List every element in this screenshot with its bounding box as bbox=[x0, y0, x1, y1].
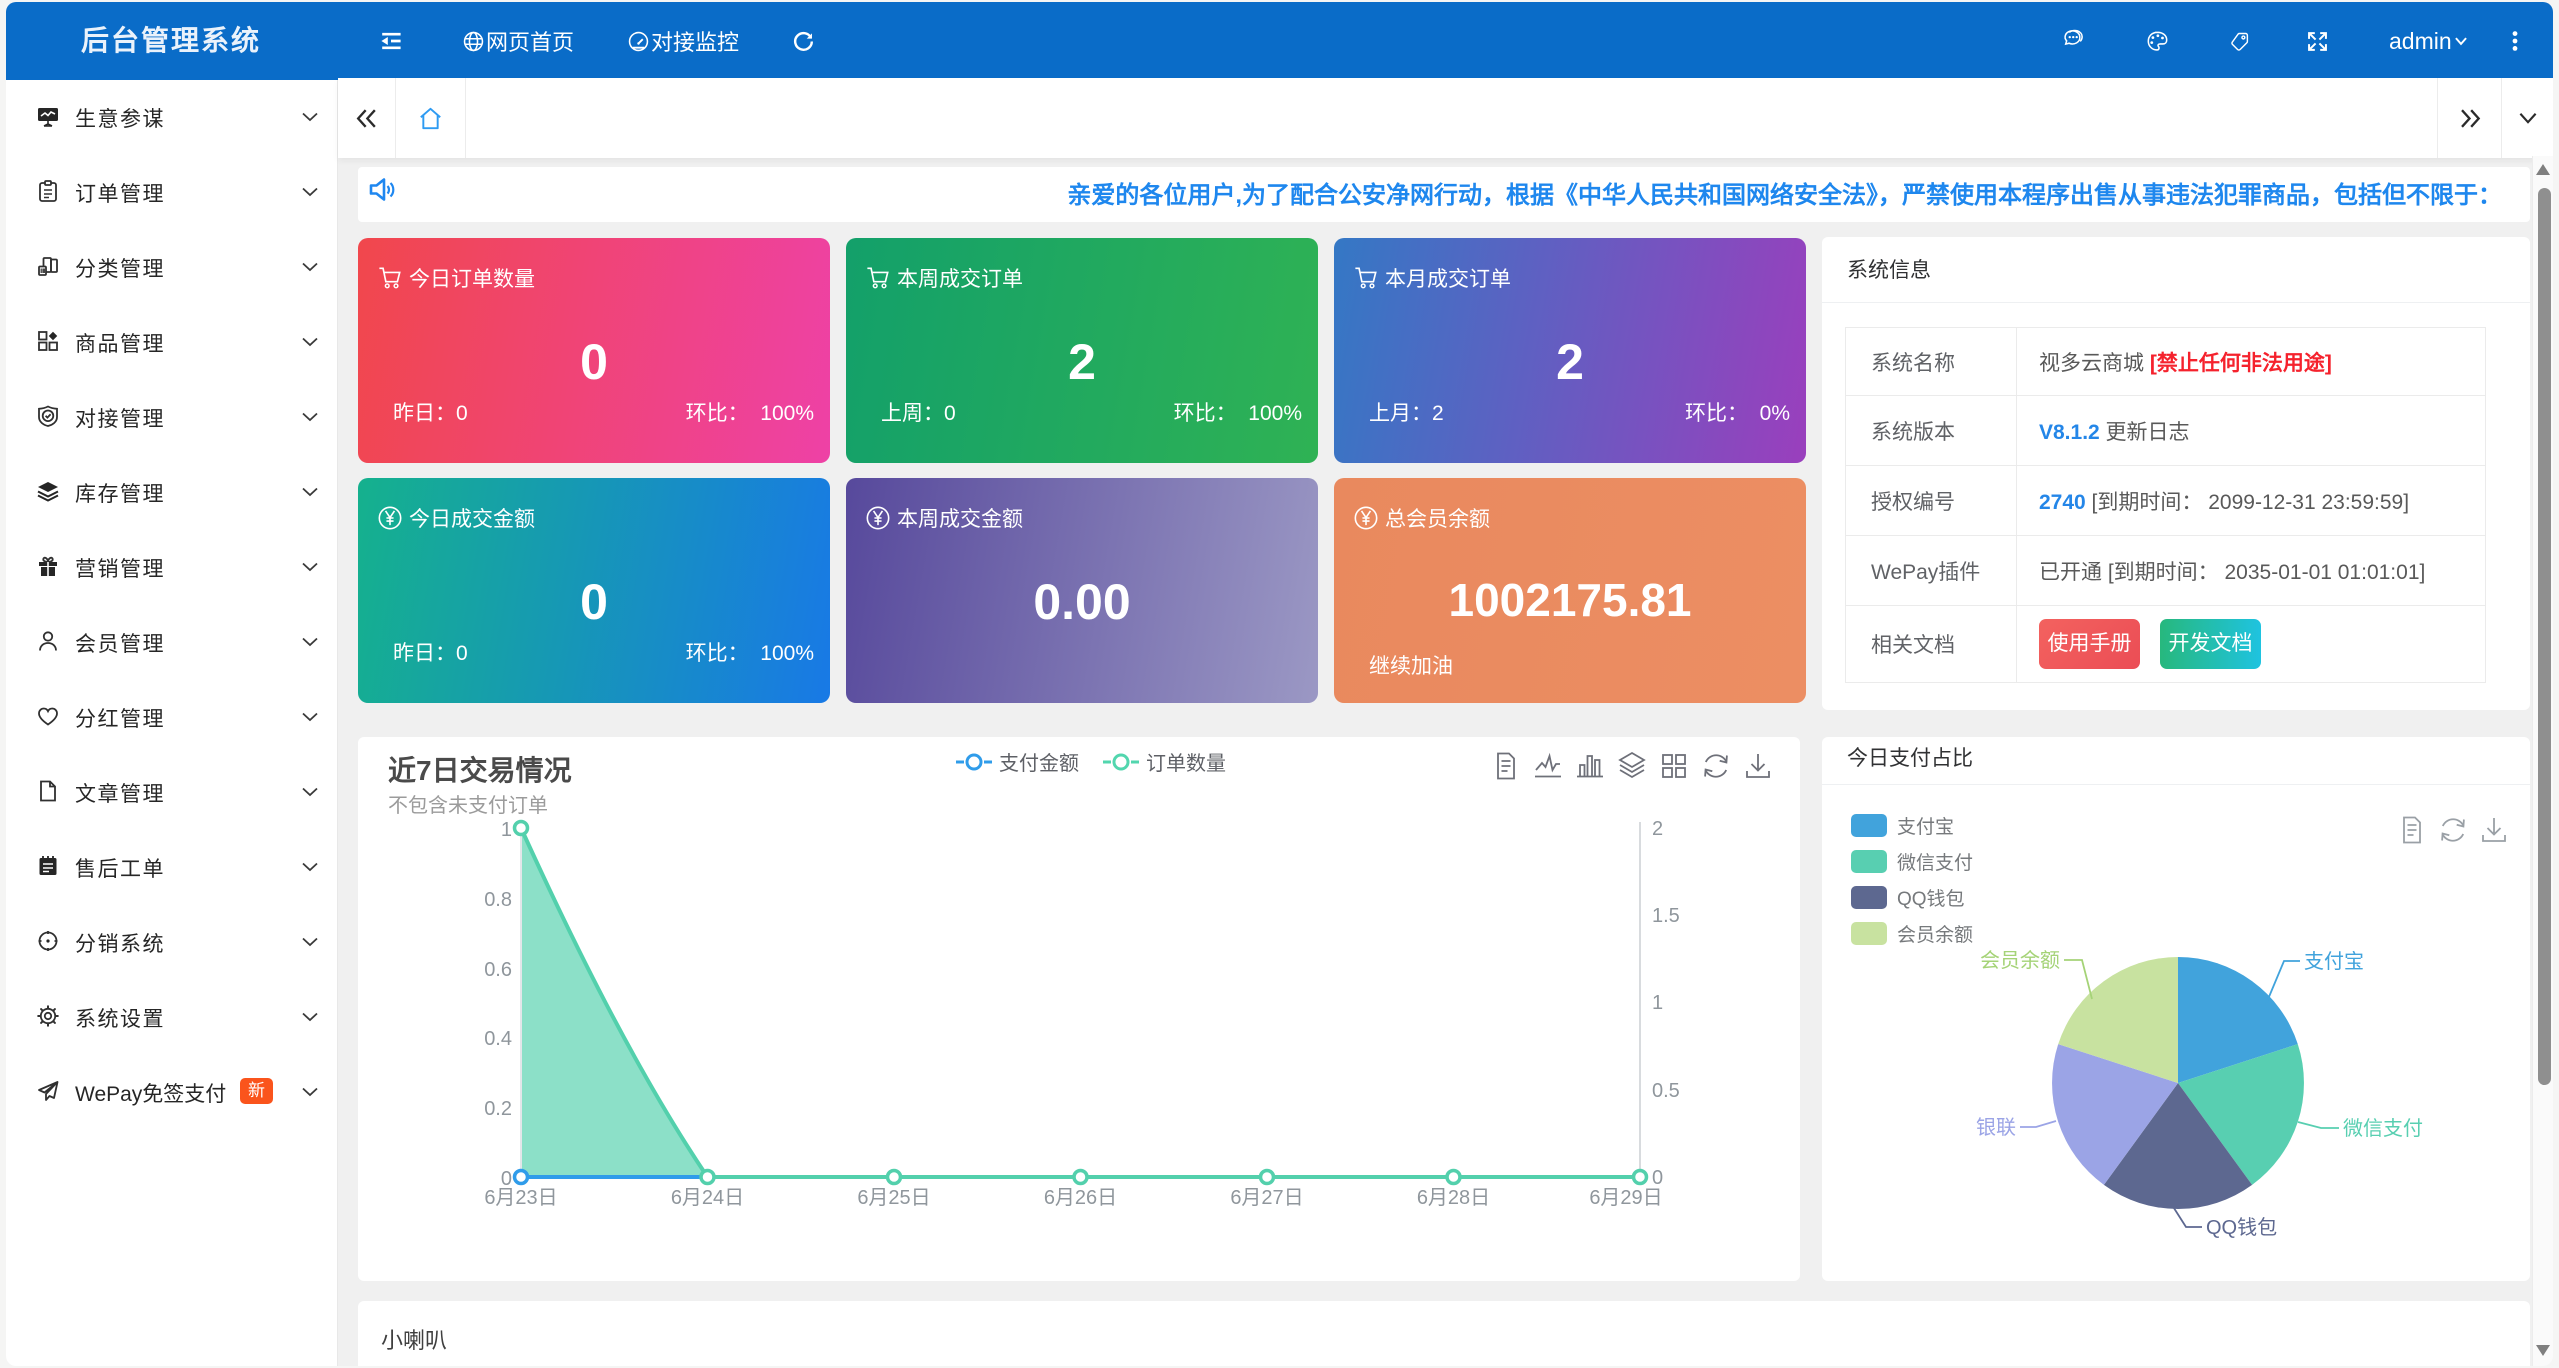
svg-text:QQ钱包: QQ钱包 bbox=[2206, 1216, 2277, 1239]
svg-text:0.8: 0.8 bbox=[484, 889, 512, 911]
svg-text:6月27日: 6月27日 bbox=[1230, 1187, 1303, 1209]
svg-text:6月24日: 6月24日 bbox=[671, 1187, 744, 1209]
svg-text:0.4: 0.4 bbox=[484, 1028, 512, 1050]
svg-text:6月26日: 6月26日 bbox=[1044, 1187, 1117, 1209]
svg-text:会员余额: 会员余额 bbox=[1980, 949, 2060, 972]
svg-text:1: 1 bbox=[1652, 992, 1663, 1014]
svg-text:0.2: 0.2 bbox=[484, 1098, 512, 1120]
svg-text:0.5: 0.5 bbox=[1652, 1080, 1680, 1102]
svg-text:0: 0 bbox=[1652, 1167, 1663, 1189]
svg-text:微信支付: 微信支付 bbox=[2343, 1117, 2423, 1140]
svg-text:6月29日: 6月29日 bbox=[1589, 1187, 1662, 1209]
svg-text:支付宝: 支付宝 bbox=[2304, 950, 2364, 973]
svg-text:6月23日: 6月23日 bbox=[484, 1187, 557, 1209]
svg-text:6月28日: 6月28日 bbox=[1417, 1187, 1490, 1209]
svg-text:1: 1 bbox=[501, 819, 512, 841]
svg-text:银联: 银联 bbox=[1976, 1116, 2016, 1139]
svg-text:6月25日: 6月25日 bbox=[857, 1187, 930, 1209]
svg-text:0.6: 0.6 bbox=[484, 959, 512, 981]
svg-text:1.5: 1.5 bbox=[1652, 905, 1680, 927]
svg-text:2: 2 bbox=[1652, 818, 1663, 840]
